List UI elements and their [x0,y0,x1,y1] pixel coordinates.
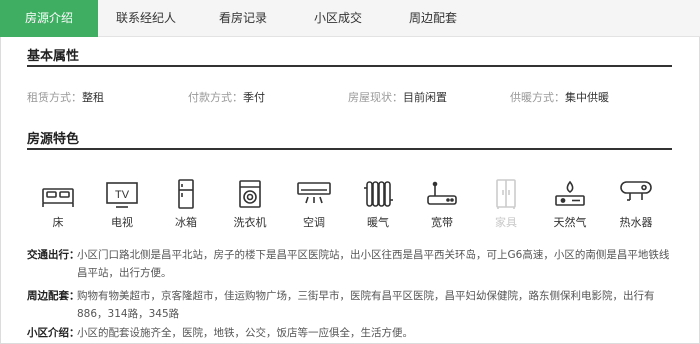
community-label: 小区介绍： [27,327,80,339]
attr-payment-method: 付款方式：季付 [188,91,265,104]
tab-bar: 房源介绍 联系经纪人 看房记录 小区成交 周边配套 [0,0,700,37]
tv-icon: TV [106,182,138,208]
washer-icon [239,180,261,208]
feature-fridge: 冰箱 [158,178,214,230]
basic-attributes-title: 基本属性 [27,49,80,64]
feature-washer: 洗衣机 [222,178,278,230]
tab-community-deals[interactable]: 小区成交 [292,0,384,37]
feature-broadband: 宽带 [414,178,470,230]
feature-bed: 床 [30,178,86,230]
tab-listing-intro[interactable]: 房源介绍 [0,0,98,37]
basic-attributes-divider [27,65,672,67]
air-conditioner-icon [297,182,331,204]
feature-air-conditioner: 空调 [286,178,342,230]
water-heater-icon [620,181,652,201]
traffic-text: 小区门口路北侧是昌平北站，房子的楼下是昌平区医院站，出小区往西是昌平西关环岛，可… [77,249,670,279]
community-text: 小区的配套设施齐全，医院，地铁，公交，饭店等一应俱全，生活方便。 [77,327,413,339]
attr-lease-type: 租赁方式：整租 [27,91,104,104]
tab-nearby-facilities[interactable]: 周边配套 [384,0,482,37]
radiator-icon [364,181,393,207]
feature-furniture: 家具 [478,178,534,230]
surrounding-label: 周边配套： [27,290,80,302]
svg-text:TV: TV [115,189,130,201]
surrounding-text: 购物有物美超市，京客隆超市，佳运购物广场，三街早市，医院有昌平区医院，昌平妇幼保… [77,290,655,320]
feature-water-heater: 热水器 [608,178,664,230]
wardrobe-icon [496,179,516,209]
attr-heating-method: 供暖方式：集中供暖 [510,91,609,104]
gas-stove-icon [555,180,585,206]
feature-radiator: 暖气 [350,178,406,230]
feature-natural-gas: 天然气 [542,178,598,230]
tab-viewing-records[interactable]: 看房记录 [194,0,292,37]
features-title: 房源特色 [27,132,80,147]
bed-icon [42,188,74,207]
features-divider [27,148,672,150]
traffic-label: 交通出行： [27,249,80,261]
fridge-icon [178,179,194,209]
router-icon [427,181,457,205]
feature-tv: TV 电视 [94,178,150,230]
attr-house-status: 房屋现状：目前闲置 [348,91,447,104]
surrounding-info: 周边配套： 购物有物美超市，京客隆超市，佳运购物广场，三街早市，医院有昌平区医院… [27,287,677,323]
community-info: 小区介绍： 小区的配套设施齐全，医院，地铁，公交，饭店等一应俱全，生活方便。 [27,324,677,342]
tab-contact-agent[interactable]: 联系经纪人 [98,0,194,37]
traffic-info: 交通出行： 小区门口路北侧是昌平北站，房子的楼下是昌平区医院站，出小区往西是昌平… [27,246,677,282]
